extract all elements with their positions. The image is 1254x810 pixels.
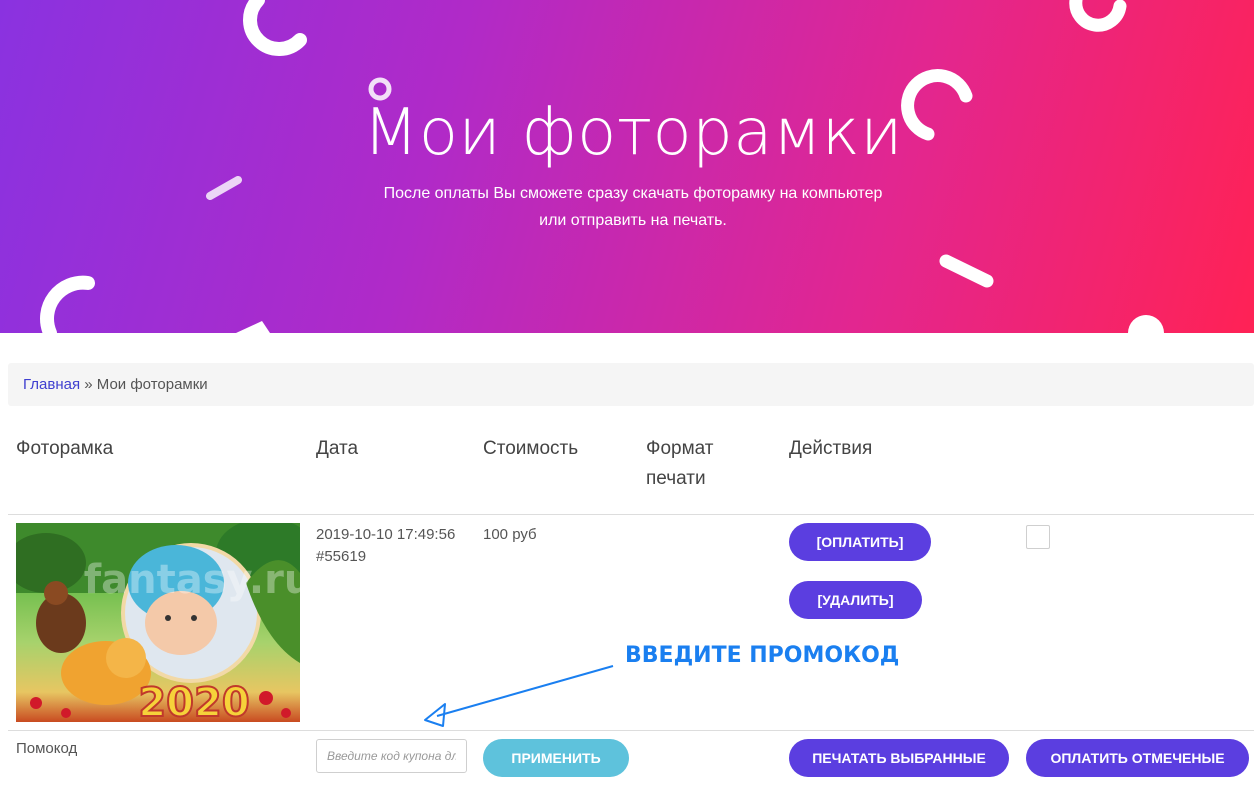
breadcrumb-home-link[interactable]: Главная: [23, 376, 80, 393]
column-header-date: Дата: [316, 438, 359, 459]
row-select-checkbox[interactable]: [1026, 525, 1050, 549]
promo-annotation: ВВЕДИТЕ ПРОМОКОД: [625, 643, 900, 668]
breadcrumb-current: Мои фоторамки: [96, 376, 208, 393]
thumbnail-year: 2020: [138, 680, 249, 722]
promo-code-input[interactable]: [316, 739, 467, 773]
page-subtitle-line2: или отправить на печать.: [539, 212, 727, 229]
page-title: Мои фоторамки: [363, 96, 903, 170]
frame-thumbnail[interactable]: fantasy.ru 2020: [16, 523, 300, 722]
page-subtitle-line1: После оплаты Вы сможете сразу скачать фо…: [383, 185, 883, 202]
column-header-format-line1: Формат: [646, 438, 714, 459]
delete-button[interactable]: [УДАЛИТЬ]: [789, 581, 922, 619]
breadcrumb: Главная » Мои фоторамки: [8, 363, 1254, 406]
thumbnail-watermark: fantasy.ru: [84, 557, 300, 603]
header-divider: [8, 514, 1254, 515]
breadcrumb-separator: »: [80, 376, 97, 393]
frame-thumbnail-image: fantasy.ru 2020: [16, 523, 300, 722]
column-header-format: Формат печати: [646, 434, 714, 494]
apply-promo-button[interactable]: ПРИМЕНИТЬ: [483, 739, 629, 777]
column-header-cost: Стоимость: [483, 438, 579, 459]
promo-label: Помокод: [16, 740, 78, 757]
row-order-id: #55619: [316, 548, 367, 565]
print-selected-button[interactable]: ПЕЧАТАТЬ ВЫБРАННЫЕ: [789, 739, 1009, 777]
hero-banner: Мои фоторамки После оплаты Вы сможете ср…: [0, 0, 1254, 333]
column-header-actions: Действия: [789, 438, 873, 459]
row-cost: 100 руб: [483, 526, 537, 543]
pay-button[interactable]: [ОПЛАТИТЬ]: [789, 523, 931, 561]
pay-marked-button[interactable]: ОПЛАТИТЬ ОТМЕЧЕНЫЕ: [1026, 739, 1249, 777]
row-date: 2019-10-10 17:49:56: [316, 526, 456, 543]
annotation-arrow-icon: [424, 665, 614, 727]
column-header-frame: Фоторамка: [16, 438, 114, 459]
column-header-format-line2: печати: [646, 468, 706, 489]
row-divider: [8, 730, 1254, 731]
